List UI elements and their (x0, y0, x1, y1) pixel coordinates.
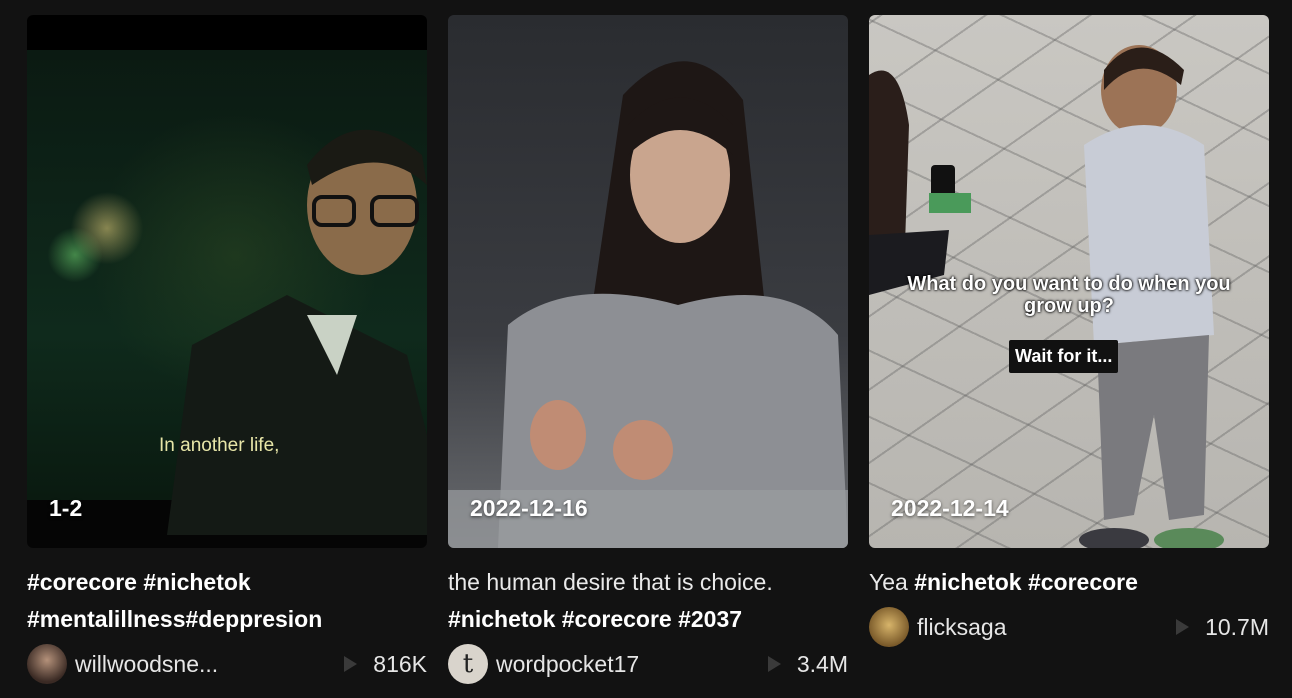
video-grid: In another life, 1-2 #corecore #nichetok… (27, 15, 1269, 684)
view-count-value: 10.7M (1205, 613, 1269, 640)
video-caption-box: Wait for it... (1009, 340, 1119, 373)
username[interactable]: wordpocket17 (496, 651, 768, 678)
video-meta: flicksaga 10.7M (869, 607, 1269, 647)
view-count-value: 816K (373, 650, 427, 677)
username[interactable]: willwoodsne... (75, 651, 344, 678)
view-count: 10.7M (1176, 614, 1269, 641)
hashtags-line[interactable]: #corecore #nichetok (27, 564, 427, 601)
view-count-value: 3.4M (796, 650, 848, 677)
view-count: 816K (344, 651, 427, 678)
video-description[interactable]: the human desire that is choice. #nichet… (448, 564, 848, 638)
video-card[interactable]: 2022-12-16 the human desire that is choi… (448, 15, 848, 684)
description-text: Yea (869, 569, 915, 595)
video-thumbnail[interactable]: In another life, 1-2 (27, 15, 427, 548)
video-thumbnail[interactable]: 2022-12-16 (448, 15, 848, 548)
video-description[interactable]: Yea #nichetok #corecore (869, 564, 1269, 601)
play-icon (1176, 619, 1190, 635)
description-text[interactable]: the human desire that is choice. (448, 564, 848, 601)
video-description[interactable]: #corecore #nichetok #mentalillness#deppr… (27, 564, 427, 638)
username[interactable]: flicksaga (917, 614, 1176, 641)
avatar-letter: t (462, 649, 474, 679)
view-count: 3.4M (767, 650, 848, 678)
description-line[interactable]: Yea #nichetok #corecore (869, 564, 1269, 601)
user-avatar[interactable]: t (448, 644, 488, 684)
video-date: 1-2 (49, 495, 83, 521)
video-card[interactable]: What do you want to do when you grow up?… (869, 15, 1269, 684)
hashtags-line[interactable]: #nichetok #corecore #2037 (448, 601, 848, 638)
person-figure (167, 129, 427, 535)
hashtags-line[interactable]: #mentalillness#deppresion (27, 601, 427, 638)
hashtags[interactable]: #nichetok #corecore (914, 569, 1138, 595)
user-avatar[interactable] (27, 644, 67, 684)
video-date: 2022-12-14 (891, 495, 1009, 521)
person-figure (448, 61, 848, 548)
user-avatar[interactable] (869, 607, 909, 647)
video-question-overlay: What do you want to do when you grow up? (907, 273, 1231, 317)
video-meta: t wordpocket17 3.4M (448, 644, 848, 684)
video-subtitle: In another life, (159, 435, 280, 456)
video-thumbnail[interactable]: What do you want to do when you grow up?… (869, 15, 1269, 548)
video-meta: willwoodsne... 816K (27, 644, 427, 684)
play-icon (767, 656, 781, 672)
play-icon (344, 656, 358, 672)
video-card[interactable]: In another life, 1-2 #corecore #nichetok… (27, 15, 427, 684)
video-date: 2022-12-16 (470, 495, 588, 521)
